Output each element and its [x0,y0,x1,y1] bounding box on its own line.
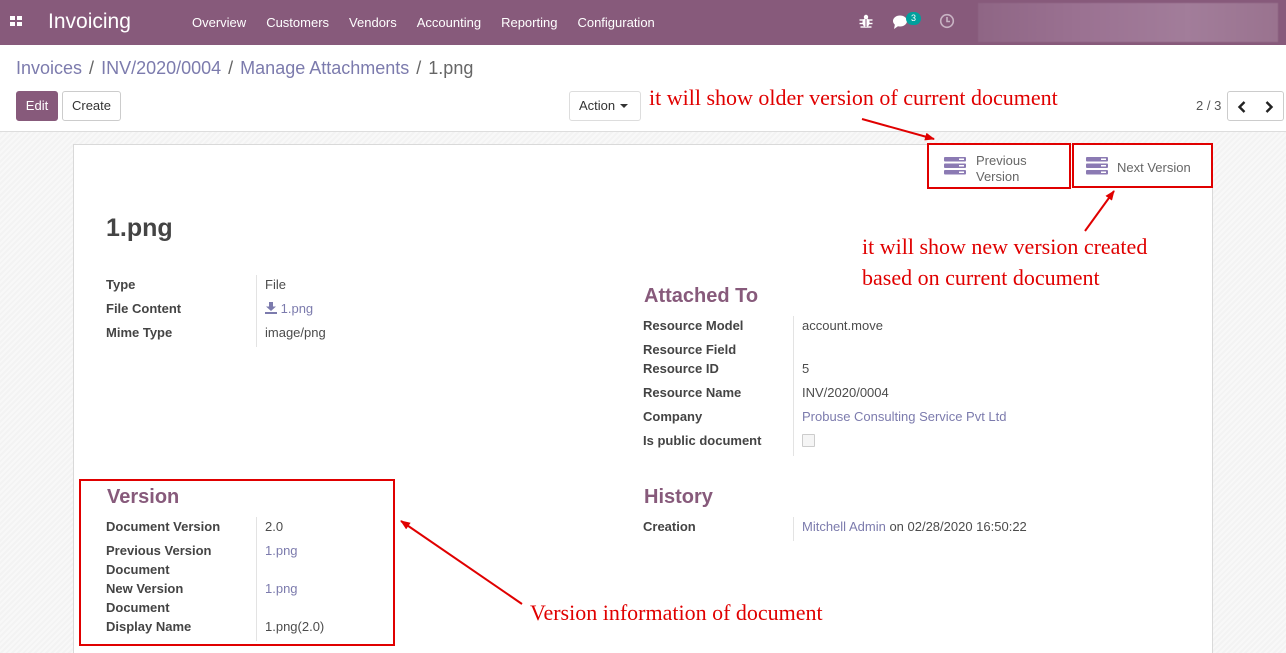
breadcrumb-manage-attachments[interactable]: Manage Attachments [240,58,409,79]
file-content-name: 1.png [280,301,314,316]
breadcrumb-separator: / [416,58,422,78]
pager-next-button[interactable] [1255,91,1284,121]
annotation-newer-line1: it will show new version created [862,234,1148,259]
field-label-resource-model: Resource Model [643,318,744,333]
field-label-mime-type: Mime Type [106,325,173,340]
breadcrumb-separator: / [228,58,234,78]
field-label-creation: Creation [643,519,696,534]
top-navbar: Invoicing Overview Customers Vendors Acc… [0,0,1286,45]
field-value-mime-type[interactable]: image/png [265,323,326,342]
user-menu-blurred[interactable] [978,3,1278,42]
breadcrumb-invoices[interactable]: Invoices [16,58,82,79]
field-value-creation: Mitchell Admin on 02/28/2020 16:50:22 [802,517,1027,536]
chevron-left-icon [1237,101,1246,113]
next-version-highlight [1072,143,1213,188]
annotation-version-info: Version information of document [530,600,823,625]
field-divider [256,275,257,347]
action-dropdown[interactable]: Action [569,91,641,121]
field-divider [793,316,794,456]
field-value-resource-id[interactable]: 5 [802,359,809,378]
menu-item-overview[interactable]: Overview [182,0,256,45]
field-label-resource-name: Resource Name [643,385,742,400]
chevron-right-icon [1265,101,1274,113]
field-label-resource-field: Resource Field [643,342,737,357]
pager-value[interactable]: 2 / 3 [1196,98,1221,113]
field-value-company[interactable]: Probuse Consulting Service Pvt Ltd [802,407,1007,426]
field-value-resource-name[interactable]: INV/2020/0004 [802,383,889,402]
message-count-badge: 3 [906,12,921,25]
field-value-type[interactable]: File [265,275,286,294]
public-document-checkbox[interactable] [802,434,815,447]
creation-date: on 02/28/2020 16:50:22 [889,519,1027,534]
field-label-public-document: Is public document [643,433,762,448]
menu-item-configuration[interactable]: Configuration [567,0,664,45]
version-section-highlight [79,479,395,646]
breadcrumb-current: 1.png [428,58,474,78]
bug-icon[interactable] [858,13,874,29]
field-divider [793,517,794,541]
menu-item-reporting[interactable]: Reporting [491,0,567,45]
download-icon [265,302,277,314]
main-menu: Overview Customers Vendors Accounting Re… [182,0,665,45]
history-title: History [644,486,713,508]
pager-previous-button[interactable] [1227,91,1256,121]
field-label-company: Company [643,409,703,424]
breadcrumb-invoice[interactable]: INV/2020/0004 [101,58,221,79]
clock-icon[interactable] [939,13,955,29]
menu-item-customers[interactable]: Customers [256,0,339,45]
annotation-newer-line2: based on current document [862,265,1100,290]
field-label-resource-id: Resource ID [643,361,719,376]
caret-down-icon [620,104,628,108]
edit-button[interactable]: Edit [16,91,58,121]
record-title: 1.png [106,214,173,242]
previous-version-highlight [927,143,1071,189]
action-label: Action [579,98,616,113]
file-content-download-link[interactable]: 1.png [265,299,313,318]
menu-item-accounting[interactable]: Accounting [407,0,491,45]
breadcrumb-separator: / [89,58,95,78]
field-label-file-content: File Content [106,301,182,316]
breadcrumb: Invoices / INV/2020/0004 / Manage Attach… [16,58,473,79]
apps-grid-icon[interactable] [10,16,22,27]
attached-to-title: Attached To [644,285,759,307]
create-button[interactable]: Create [62,91,121,121]
creation-user-link[interactable]: Mitchell Admin [802,519,886,534]
app-title[interactable]: Invoicing [48,10,131,34]
field-value-resource-model[interactable]: account.move [802,316,883,335]
field-label-type: Type [106,277,136,292]
menu-item-vendors[interactable]: Vendors [339,0,407,45]
annotation-older-version: it will show older version of current do… [649,85,1058,110]
